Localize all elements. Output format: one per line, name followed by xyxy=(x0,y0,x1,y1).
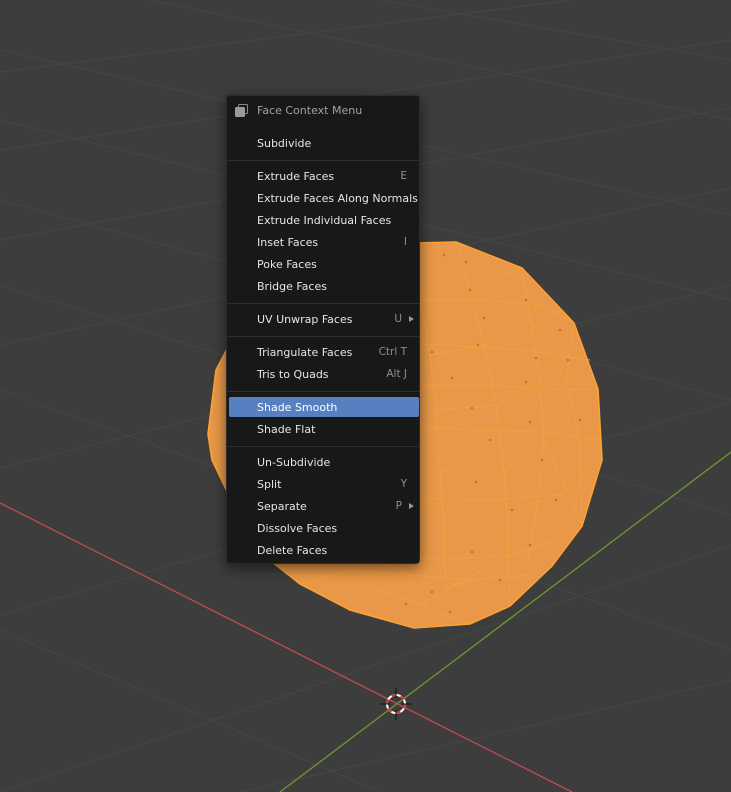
menu-item-un-subdivide[interactable]: Un-Subdivide xyxy=(229,452,419,472)
menu-separator xyxy=(227,303,419,304)
menu-item-bridge-faces[interactable]: Bridge Faces xyxy=(229,276,419,296)
menu-item-poke-faces[interactable]: Poke Faces xyxy=(229,254,419,274)
menu-item-delete-faces[interactable]: Delete Faces xyxy=(229,540,419,560)
menu-item-label: Split xyxy=(257,477,282,491)
menu-item-separate[interactable]: Separate P xyxy=(229,496,419,516)
menu-item-split[interactable]: Split Y xyxy=(229,474,419,494)
faces-select-icon xyxy=(235,104,248,117)
menu-item-triangulate-faces[interactable]: Triangulate Faces Ctrl T xyxy=(229,342,419,362)
menu-item-label: Bridge Faces xyxy=(257,279,327,293)
menu-item-extrude-individual-faces[interactable]: Extrude Individual Faces xyxy=(229,210,419,230)
menu-item-label: Delete Faces xyxy=(257,543,328,557)
menu-title-bar: Face Context Menu xyxy=(227,99,419,121)
menu-item-inset-faces[interactable]: Inset Faces I xyxy=(229,232,419,252)
menu-item-label: Triangulate Faces xyxy=(257,345,353,359)
menu-item-shade-smooth[interactable]: Shade Smooth xyxy=(229,397,419,417)
menu-separator xyxy=(227,160,419,161)
submenu-arrow-icon xyxy=(409,316,414,322)
menu-item-label: Extrude Faces Along Normals xyxy=(257,191,418,205)
menu-item-label: Dissolve Faces xyxy=(257,521,338,535)
menu-item-label: UV Unwrap Faces xyxy=(257,312,353,326)
menu-item-label: Un-Subdivide xyxy=(257,455,331,469)
menu-item-shade-flat[interactable]: Shade Flat xyxy=(229,419,419,439)
menu-item-label: Subdivide xyxy=(257,136,312,150)
submenu-arrow-icon xyxy=(409,503,414,509)
menu-item-shortcut: Alt J xyxy=(386,368,407,380)
menu-item-label: Inset Faces xyxy=(257,235,319,249)
menu-item-label: Extrude Faces xyxy=(257,169,335,183)
menu-separator xyxy=(227,391,419,392)
menu-item-tris-to-quads[interactable]: Tris to Quads Alt J xyxy=(229,364,419,384)
menu-item-label: Separate xyxy=(257,499,307,513)
menu-item-shortcut: Ctrl T xyxy=(378,346,407,358)
menu-item-dissolve-faces[interactable]: Dissolve Faces xyxy=(229,518,419,538)
face-context-menu[interactable]: Face Context Menu Subdivide Extrude Faces… xyxy=(226,95,420,564)
menu-item-shortcut: P xyxy=(395,500,402,512)
menu-item-label: Extrude Individual Faces xyxy=(257,213,392,227)
menu-item-extrude-faces-along-normals[interactable]: Extrude Faces Along Normals xyxy=(229,188,419,208)
menu-item-shortcut: I xyxy=(403,236,407,248)
menu-item-shortcut: E xyxy=(400,170,407,182)
menu-item-label: Tris to Quads xyxy=(257,367,329,381)
menu-item-label: Poke Faces xyxy=(257,257,317,271)
menu-item-label: Shade Flat xyxy=(257,422,316,436)
menu-item-uv-unwrap-faces[interactable]: UV Unwrap Faces U xyxy=(229,309,419,329)
menu-item-shortcut: U xyxy=(394,313,402,325)
menu-item-subdivide[interactable]: Subdivide xyxy=(229,133,419,153)
menu-separator xyxy=(227,446,419,447)
menu-separator xyxy=(227,336,419,337)
menu-title: Face Context Menu xyxy=(257,103,363,117)
menu-item-label: Shade Smooth xyxy=(257,400,338,414)
menu-item-shortcut: Y xyxy=(400,478,407,490)
menu-item-extrude-faces[interactable]: Extrude Faces E xyxy=(229,166,419,186)
